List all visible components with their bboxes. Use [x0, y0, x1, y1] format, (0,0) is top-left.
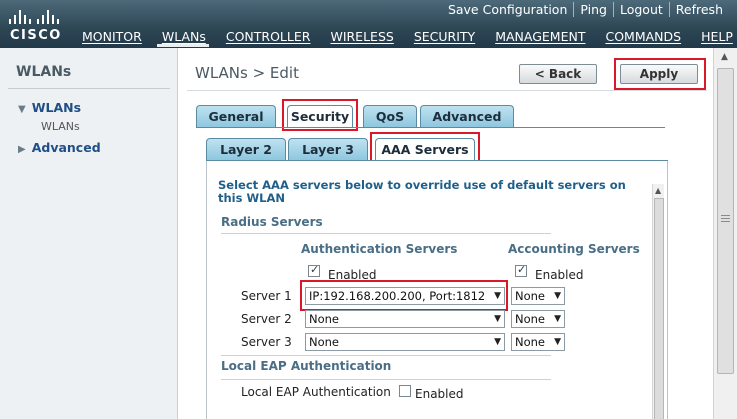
cisco-logo-icon: [9, 6, 69, 24]
dropdown-arrow-icon: ▼: [554, 314, 561, 324]
local-eap-checkbox[interactable]: [399, 385, 411, 397]
acct-enabled-checkbox[interactable]: [515, 263, 527, 277]
ping-link[interactable]: Ping: [573, 2, 613, 17]
scroll-up-icon[interactable]: ▲: [655, 186, 661, 195]
authentication-servers-header: Authentication Servers: [301, 242, 458, 256]
server-3-acct-select[interactable]: None ▼: [511, 333, 565, 351]
back-button[interactable]: < Back: [519, 64, 597, 84]
aaa-servers-panel: Select AAA servers below to override use…: [206, 161, 668, 419]
radius-divider: [221, 233, 551, 234]
scroll-grip-icon: [721, 215, 730, 216]
refresh-link[interactable]: Refresh: [668, 2, 729, 17]
local-eap-title: Local EAP Authentication: [221, 359, 392, 373]
nav-help[interactable]: HELP: [697, 29, 737, 44]
server-3-acct-value: None: [515, 335, 546, 349]
tab-general[interactable]: General: [196, 105, 276, 127]
accounting-servers-header: Accounting Servers: [508, 242, 640, 256]
logout-link[interactable]: Logout: [612, 2, 669, 17]
tab-advanced[interactable]: Advanced: [420, 105, 514, 127]
dropdown-arrow-icon: ▼: [494, 337, 501, 347]
tab-layer-3[interactable]: Layer 3: [288, 138, 368, 160]
radius-servers-title: Radius Servers: [221, 215, 323, 229]
local-eap-enabled-label: Enabled: [415, 387, 464, 401]
page-title: WLANs > Edit: [195, 64, 299, 82]
scroll-up-icon[interactable]: ▲: [721, 52, 728, 62]
title-divider: [187, 90, 707, 91]
main-nav: MONITOR WLANs CONTROLLER WIRELESS SECURI…: [78, 29, 737, 44]
tab-qos[interactable]: QoS: [363, 105, 417, 127]
utility-links: Save Configuration Ping Logout Refresh: [442, 2, 729, 17]
server-1-acct-select[interactable]: None ▼: [511, 287, 565, 305]
server-2-auth-select[interactable]: None ▼: [305, 310, 505, 328]
tab-layer-2[interactable]: Layer 2: [206, 138, 286, 160]
apply-highlight: [614, 58, 706, 90]
panel-scroll-thumb[interactable]: [654, 198, 664, 419]
sidebar-title: WLANs: [16, 64, 72, 80]
sidebar-item-wlans[interactable]: ▼ WLANs: [18, 100, 81, 115]
nav-wlans[interactable]: WLANs: [158, 29, 210, 44]
panel-scrollbar[interactable]: ▲: [652, 184, 664, 419]
nav-management[interactable]: MANAGEMENT: [491, 29, 589, 44]
server-1-highlight: [300, 280, 508, 311]
page-scrollbar[interactable]: ▲: [713, 48, 737, 419]
save-configuration-link[interactable]: Save Configuration: [442, 2, 573, 17]
server-1-acct-value: None: [515, 289, 546, 303]
local-eap-divider: [221, 379, 551, 380]
local-eap-label: Local EAP Authentication: [241, 385, 391, 399]
tab-bar-baseline: [196, 127, 665, 128]
server-3-auth-select[interactable]: None ▼: [305, 333, 505, 351]
sidebar: WLANs ▼ WLANs WLANs ▶ Advanced: [0, 48, 178, 419]
server-2-label: Server 2: [241, 312, 292, 326]
nav-commands[interactable]: COMMANDS: [601, 29, 685, 44]
dropdown-arrow-icon: ▼: [554, 291, 561, 301]
aaa-intro-text: Select AAA servers below to override use…: [218, 178, 626, 205]
server-2-acct-select[interactable]: None ▼: [511, 310, 565, 328]
brand-name: CISCO: [10, 28, 62, 43]
server-3-label: Server 3: [241, 335, 292, 349]
sidebar-item-label: WLANs: [31, 100, 82, 115]
auth-enabled-checkbox[interactable]: [308, 263, 320, 277]
cisco-logo: CISCO: [8, 4, 70, 44]
dropdown-arrow-icon: ▼: [554, 337, 561, 347]
sidebar-subitem-wlans[interactable]: WLANs: [41, 120, 80, 133]
server-1-label: Server 1: [241, 289, 292, 303]
acct-enabled-label: Enabled: [535, 268, 584, 282]
server-3-auth-value: None: [309, 335, 340, 349]
server-2-acct-value: None: [515, 312, 546, 326]
nav-security[interactable]: SECURITY: [410, 29, 479, 44]
expanded-triangle-icon: ▼: [18, 104, 26, 115]
collapsed-triangle-icon: ▶: [18, 144, 26, 155]
sidebar-divider: [8, 88, 170, 89]
top-header: CISCO Save Configuration Ping Logout Ref…: [0, 0, 737, 48]
active-nav-indicator: [157, 44, 209, 47]
page-scroll-thumb[interactable]: [717, 68, 734, 374]
sidebar-item-label: Advanced: [31, 140, 101, 155]
server-2-auth-value: None: [309, 312, 340, 326]
sidebar-item-advanced[interactable]: ▶ Advanced: [18, 140, 101, 155]
main-content: WLANs > Edit < Back Apply General Securi…: [179, 48, 713, 419]
nav-controller[interactable]: CONTROLLER: [222, 29, 315, 44]
dropdown-arrow-icon: ▼: [494, 314, 501, 324]
nav-wireless[interactable]: WIRELESS: [326, 29, 397, 44]
nav-monitor[interactable]: MONITOR: [78, 29, 146, 44]
local-eap-top-divider: [221, 355, 551, 356]
